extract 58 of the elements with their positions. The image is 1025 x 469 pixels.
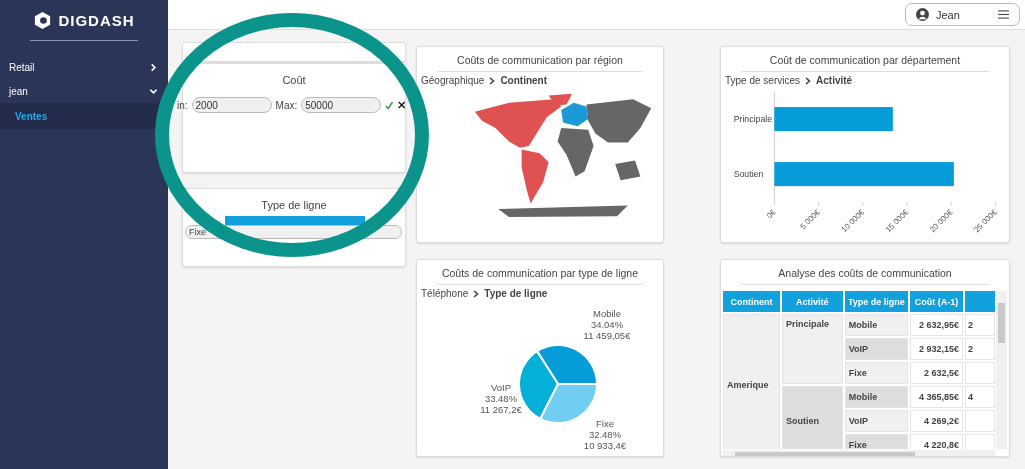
breadcrumb-current[interactable]: Activité (816, 75, 853, 86)
min-input[interactable]: 2000 (191, 97, 272, 113)
card-title: Coûts de communication par type de ligne (437, 267, 643, 285)
slice-label: Mobile 34.04% 11 459,05€ (583, 308, 631, 341)
breadcrumb-current[interactable]: Type de ligne (484, 288, 548, 299)
table-cell: Principale (782, 314, 843, 384)
table-cell: 4 365,85€ (910, 386, 963, 408)
chevron-right-icon (473, 289, 480, 298)
table-cell: 4 (965, 386, 995, 408)
table-cell: 2 632,5€ (910, 362, 963, 384)
table-cell: 2 632,95€ (910, 314, 963, 336)
table-cell: Amerique (723, 314, 781, 449)
logo-cube-icon (33, 10, 53, 30)
min-label: in: (177, 99, 188, 111)
card-title: Coûts de communication par région (437, 54, 643, 72)
user-menu-button[interactable]: Jean (905, 3, 1020, 26)
table-cell: 2 932,15€ (910, 338, 963, 360)
table-cell: 2 (965, 338, 995, 360)
table-cell: 4 269,2€ (910, 410, 963, 432)
sidebar-item[interactable]: jean (0, 79, 168, 103)
table-cell (965, 410, 995, 432)
avatar-icon (916, 8, 929, 21)
table-cell: VoIP (844, 338, 909, 360)
table-cell: 2 (965, 314, 995, 336)
table-cell: VoIP (844, 410, 909, 432)
table-cell (965, 362, 995, 384)
bar[interactable] (774, 162, 954, 187)
table-cell: Fixe (844, 362, 909, 384)
table-cell: Soutien (782, 386, 843, 449)
table-cell: Mobile (844, 386, 909, 408)
bar[interactable] (774, 107, 893, 132)
table-cell: Mobile (844, 314, 909, 336)
table-cell: Fixe (844, 434, 909, 449)
breadcrumb-current[interactable]: Continent (500, 75, 548, 86)
table-cell: 4 220,8€ (910, 434, 963, 449)
filter-title: Type de ligne (260, 199, 328, 213)
pie-slice[interactable] (539, 383, 598, 424)
vertical-scrollbar[interactable] (996, 291, 1007, 449)
slice-label: VoIP 33.48% 11 267,2€ (480, 382, 522, 415)
axis-category-label: Soutien (733, 168, 764, 179)
axis-category-label: Principale (733, 113, 773, 124)
filter-title: Coût (281, 74, 307, 88)
check-icon[interactable] (385, 100, 394, 110)
menu-icon (998, 10, 1009, 19)
breadcrumb-link[interactable]: Téléphone (421, 288, 469, 299)
breadcrumb-link[interactable]: Type de services (725, 75, 801, 86)
breadcrumb-link[interactable]: Géographique (421, 75, 485, 86)
card-title: Coût de communication par département (741, 54, 989, 72)
sidebar-item[interactable]: Retail (0, 55, 168, 79)
max-label: Max: (275, 99, 298, 111)
max-input[interactable]: 50000 (301, 97, 382, 113)
pie-slice[interactable] (536, 344, 598, 385)
close-icon[interactable] (397, 101, 405, 109)
slice-label: Fixe 32.48% 10 933,4€ (583, 418, 627, 451)
chevron-right-icon (805, 76, 812, 85)
card-title: Analyse des coûts de communication (741, 267, 989, 285)
logo-text: DIGDASH (58, 11, 135, 29)
chevron-right-icon (489, 76, 496, 85)
